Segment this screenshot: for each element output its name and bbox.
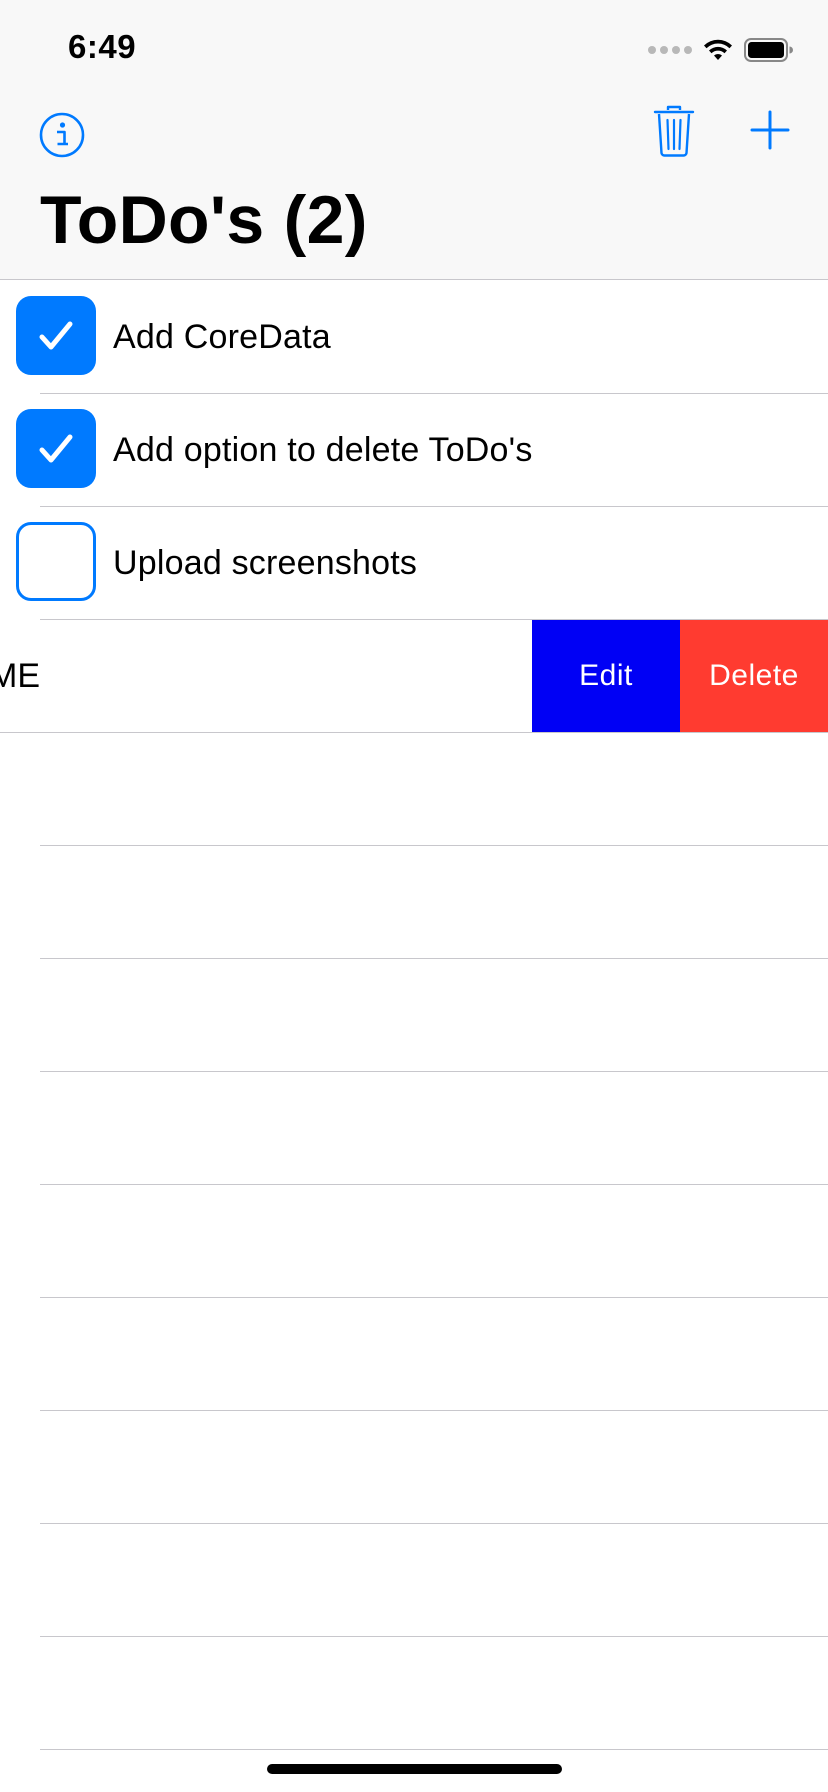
status-time: 6:49 [68, 28, 137, 65]
todo-row[interactable]: Add option to delete ToDo's [0, 394, 828, 507]
todo-label-swiped: ME [0, 657, 40, 695]
checkmark-icon [39, 321, 73, 349]
empty-row [0, 959, 828, 1072]
home-indicator [267, 1764, 562, 1774]
battery-icon [744, 38, 793, 62]
todo-label: Add option to delete ToDo's [113, 431, 533, 469]
wifi-icon [704, 39, 732, 60]
navigation-bar: 6:49 ToDo's (2) [0, 0, 828, 280]
checkbox-checked[interactable] [16, 409, 96, 488]
delete-swipe-button[interactable]: Delete [680, 620, 828, 732]
empty-row [0, 1298, 828, 1411]
todo-label: Upload screenshots [113, 544, 418, 582]
checkbox-unchecked[interactable] [16, 522, 96, 601]
checkmark-icon [39, 434, 73, 462]
todo-list: Add CoreData Add option to delete ToDo's… [0, 281, 828, 1750]
checkbox-checked[interactable] [16, 296, 96, 375]
empty-row [0, 733, 828, 846]
info-circle-icon[interactable] [38, 111, 86, 159]
empty-row [0, 1524, 828, 1637]
trash-icon[interactable] [652, 104, 696, 158]
swiped-todo-row[interactable]: ME Edit Delete [0, 620, 828, 733]
todo-row[interactable]: Add CoreData [0, 281, 828, 394]
status-indicators [648, 36, 794, 64]
todo-row[interactable]: Upload screenshots [0, 507, 828, 620]
edit-swipe-button[interactable]: Edit [532, 620, 680, 732]
empty-row [0, 1072, 828, 1185]
empty-row [0, 1185, 828, 1298]
empty-row [0, 846, 828, 959]
plus-icon[interactable] [750, 110, 790, 150]
todo-label: Add CoreData [113, 318, 331, 356]
page-title: ToDo's (2) [40, 182, 368, 258]
empty-row [0, 1411, 828, 1524]
cellular-signal-icon [648, 46, 692, 54]
empty-row [0, 1637, 828, 1750]
